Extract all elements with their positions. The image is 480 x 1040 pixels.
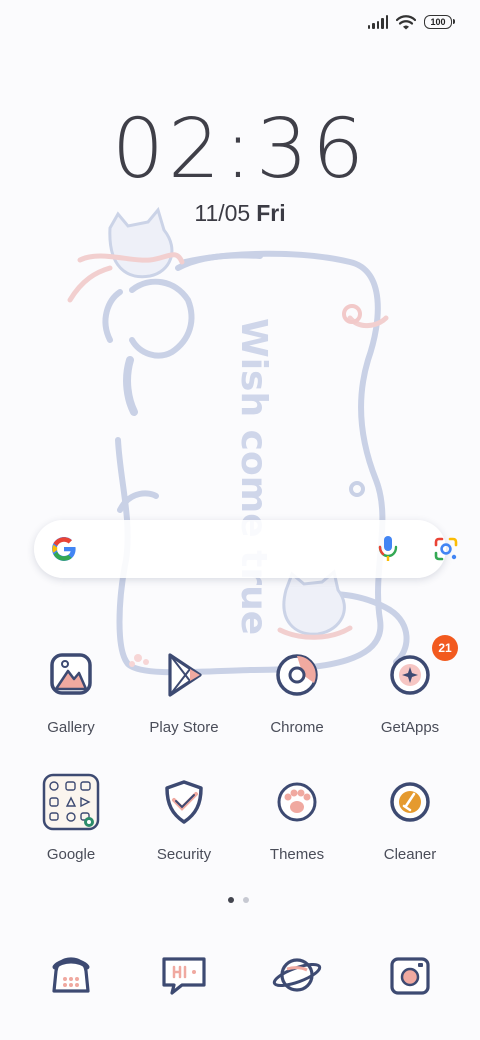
app-label: GetApps [380, 719, 440, 736]
dock-camera[interactable] [354, 945, 466, 1005]
browser-icon [267, 945, 327, 1005]
google-logo-icon [52, 537, 76, 561]
page-dot-active [228, 897, 234, 903]
app-label: Gallery [47, 719, 95, 736]
battery-level: 100 [430, 17, 446, 27]
app-label: Chrome [270, 719, 324, 736]
app-chrome[interactable]: Chrome [241, 645, 353, 736]
notification-badge: 21 [432, 635, 458, 661]
status-bar: 100 [367, 10, 455, 34]
app-label: Security [156, 846, 212, 863]
google-lens-icon[interactable] [433, 536, 459, 562]
app-cleaner[interactable]: Cleaner [354, 772, 466, 863]
phone-icon [41, 945, 101, 1005]
app-themes[interactable]: Themes [241, 772, 353, 863]
app-getapps[interactable]: 21 GetApps [354, 635, 466, 736]
app-play-store[interactable]: Play Store [128, 645, 240, 736]
wallpaper-text: Wish come true [233, 318, 274, 635]
clock-date: 11/05 [194, 200, 251, 226]
play-store-icon [154, 645, 214, 705]
app-security[interactable]: Security [128, 772, 240, 863]
wifi-icon [396, 14, 416, 30]
google-folder-icon [41, 772, 101, 832]
clock-time: 02:36 [111, 102, 369, 197]
chrome-icon [267, 645, 327, 705]
battery-icon: 100 [424, 15, 455, 29]
dock-browser[interactable] [241, 945, 353, 1005]
getapps-icon: 21 [380, 635, 458, 705]
security-icon [154, 772, 214, 832]
cleaner-icon [380, 772, 440, 832]
gallery-icon [41, 645, 101, 705]
messaging-icon [154, 945, 214, 1005]
app-label: Google [46, 846, 96, 863]
app-label: Themes [269, 846, 325, 863]
page-indicator[interactable] [228, 897, 249, 903]
signal-icon [367, 15, 388, 29]
dock-phone[interactable] [15, 945, 127, 1005]
camera-icon [380, 945, 440, 1005]
app-google-folder[interactable]: Google [15, 772, 127, 863]
clock-date-row: 11/05 Fri [0, 200, 480, 227]
app-label: Play Store [149, 719, 219, 736]
microphone-icon[interactable] [377, 534, 399, 564]
clock-day: Fri [256, 200, 286, 226]
app-gallery[interactable]: Gallery [15, 645, 127, 736]
app-label: Cleaner [383, 846, 437, 863]
page-dot [243, 897, 249, 903]
dock-messaging[interactable] [128, 945, 240, 1005]
themes-icon [267, 772, 327, 832]
clock-widget[interactable]: 02:36 [0, 100, 480, 200]
google-search-bar[interactable] [34, 520, 458, 578]
